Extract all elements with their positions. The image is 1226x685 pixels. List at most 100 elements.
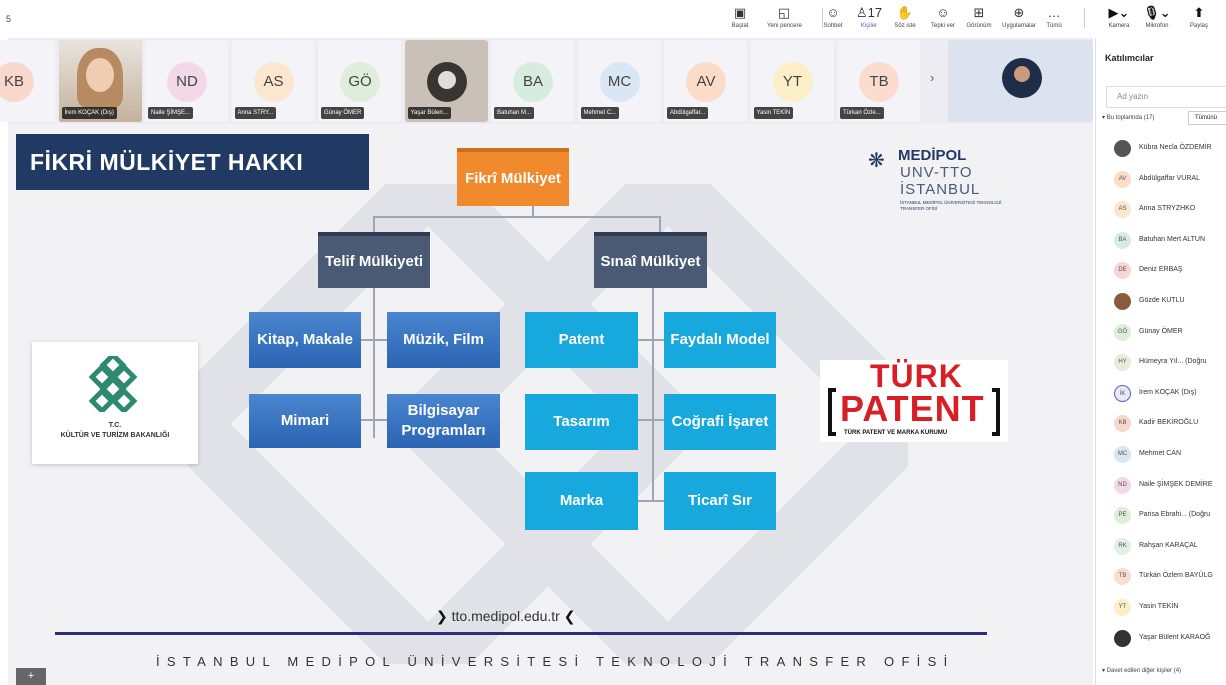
participant-video-tile[interactable]: MC Mehmet C... — [577, 40, 661, 122]
turk-bottom-text: PATENT — [840, 388, 985, 429]
participant-photo — [426, 62, 467, 102]
participant-name: Yaşar Bülen... — [407, 107, 451, 119]
participant-video-tile[interactable]: AV Abdülgaffar... — [664, 40, 747, 122]
participant-avatar: KB — [1114, 415, 1131, 433]
toolbar-more-button[interactable]: … Tümü — [1037, 3, 1071, 35]
participant-list-item[interactable]: ND Naile ŞİMŞEK DEMİRE — [1096, 476, 1226, 496]
participant-list-item[interactable]: Gözde KUTLU — [1096, 292, 1226, 312]
participant-avatar: BA — [1114, 231, 1131, 249]
participant-list-name: Rahşan KARAÇAL — [1139, 541, 1198, 549]
participant-video-tile[interactable]: TB Türkan Özle... — [837, 40, 920, 122]
participant-avatar: TB — [859, 62, 899, 102]
toolbar-button-label: Mikrofon — [1145, 23, 1169, 29]
node-music-film: Müzik, Film — [387, 312, 500, 368]
more-icon: … — [1047, 5, 1061, 20]
participant-list-name: Kadir BEKİROĞLU — [1139, 419, 1199, 427]
group-label: Bu toplantıda (17) — [1106, 115, 1155, 121]
connector-line — [659, 216, 661, 232]
node-right-branch: Sınaî Mülkiyet — [594, 232, 707, 288]
connector-line — [638, 500, 666, 502]
participant-avatar: GÖ — [340, 62, 380, 102]
toolbar-react-button[interactable]: ☺ Tepki ver — [926, 3, 960, 35]
mute-all-button[interactable]: Tümünü — [1188, 111, 1226, 125]
participant-name: Yasin TEKİN — [753, 107, 794, 119]
participant-list-item[interactable]: DE Deniz ERBAŞ — [1096, 261, 1226, 281]
node-left-branch: Telif Mülkiyeti — [318, 232, 430, 288]
participant-list-item[interactable]: GÖ Günay ÖMER — [1096, 323, 1226, 343]
kultur-name: KÜLTÜR VE TURİZM BAKANLIĞI — [60, 432, 170, 439]
active-speaker-tile[interactable] — [948, 40, 1093, 122]
share-icon: ⬆ — [1193, 5, 1205, 20]
participant-list-item[interactable]: İK İrem KOÇAK (Dış) — [1096, 384, 1226, 404]
medipol-sub2: İSTANBUL — [900, 181, 981, 198]
participant-photo — [1114, 629, 1131, 647]
toolbar-separator — [1084, 8, 1085, 28]
node-patent: Patent — [525, 312, 638, 368]
participant-list-item[interactable]: KB Kadir BEKİROĞLU — [1096, 414, 1226, 434]
turk-sub-text: TÜRK PATENT VE MARKA KURUMU — [844, 430, 948, 436]
participant-list-name: Mehmet CAN — [1139, 450, 1182, 457]
participant-list-item[interactable]: TB Türkan Özlem BAYÜLG — [1096, 567, 1226, 587]
strip-next-chevron-icon[interactable]: › — [930, 70, 934, 85]
connector-line — [361, 339, 387, 341]
view-icon: ⊞ — [973, 5, 985, 20]
active-speaker-avatar — [1002, 58, 1042, 98]
toolbar-share-button[interactable]: ⬆ Paylaş — [1180, 3, 1218, 35]
participant-video-tile[interactable]: YT Yasin TEKİN — [750, 40, 834, 122]
node-design: Tasarım — [525, 394, 638, 450]
turk-patent-logo: TÜRK PATENT TÜRK PATENT VE MARKA KURUMU — [820, 358, 1008, 442]
toolbar-people-button[interactable]: ♙17 Kişiler — [852, 3, 886, 35]
medipol-logo: ❋ MEDİPOL UNV-TTO İSTANBUL İSTANBUL MEDİ… — [868, 144, 1018, 234]
participant-list-item[interactable]: MC Mehmet CAN — [1096, 445, 1226, 465]
participant-photo — [1114, 293, 1131, 310]
participant-list-item[interactable]: PE Parisa Ebrahi... (Doğru — [1096, 506, 1226, 526]
participant-list-item[interactable]: AV Abdülgaffar VURAL — [1096, 170, 1226, 190]
participant-avatar: HY — [1114, 354, 1131, 372]
website-url: ❯ tto.medipol.edu.tr ❮ — [436, 608, 575, 625]
toolbar-view-button[interactable]: ⊞ Görünüm — [962, 3, 996, 35]
participant-list-item[interactable]: YT Yasin TEKİN — [1096, 598, 1226, 618]
participant-video-tile[interactable]: ND Naile ŞİMŞE... — [145, 40, 228, 122]
participant-photo — [1114, 140, 1131, 157]
participant-video-tile[interactable]: GÖ Günay ÖMER — [318, 40, 401, 122]
participant-video-tile[interactable]: AS Anna STRY... — [231, 40, 315, 122]
toolbar-camera-button[interactable]: ▶⌄ Kamera — [1100, 3, 1138, 35]
participant-list-item[interactable]: Kübra Necla ÖZDEMİR — [1096, 139, 1226, 159]
participant-video-tile[interactable]: İrem KOÇAK (Dış) — [58, 40, 142, 122]
toolbar-apps-button[interactable]: ⊕ Uygulamalar — [1002, 3, 1036, 35]
toolbar-button-label: Tepki ver — [930, 23, 955, 29]
participant-search-input[interactable]: Ad yazın — [1106, 86, 1226, 108]
participant-name: Naile ŞİMŞE... — [148, 107, 194, 119]
participant-video-tile[interactable]: BA Batuhan M... — [491, 40, 574, 122]
participant-list-item[interactable]: AS Anna STRYZHKO — [1096, 200, 1226, 220]
participant-list-item[interactable]: RK Rahşan KARAÇAL — [1096, 537, 1226, 557]
participant-list-name: Gözde KUTLU — [1139, 297, 1185, 304]
add-icon[interactable]: + — [16, 668, 46, 685]
participant-video-tile[interactable]: KB..BL.. — [0, 40, 55, 122]
participant-name: Anna STRY... — [234, 107, 277, 119]
toolbar-button-label: Uygulamalar — [1002, 23, 1036, 29]
participant-list-item[interactable]: HY Hümeyra Yıl... (Doğru — [1096, 353, 1226, 373]
panel-title: Katılımcılar — [1105, 53, 1154, 63]
connector-line — [373, 216, 661, 218]
kultur-tc: T.C. — [108, 422, 122, 429]
in-meeting-group-header[interactable]: ▾ Bu toplantıda (17) — [1102, 114, 1154, 121]
url-text: tto.medipol.edu.tr — [451, 608, 560, 624]
participant-video-tile[interactable]: Yaşar Bülen... — [404, 40, 488, 122]
raise-hand-icon: ✋ — [896, 5, 914, 20]
toolbar-new-window-button[interactable]: ◱ Yeni pencere — [767, 3, 802, 35]
toolbar-start-button[interactable]: ▣ Başlat — [723, 3, 757, 35]
participant-avatar: ND — [167, 62, 207, 102]
ministry-emblem-icon — [89, 356, 138, 412]
node-utility-model: Faydalı Model — [664, 312, 776, 368]
node-trademark: Marka — [525, 472, 638, 530]
participants-panel: Katılımcılar Ad yazın ▾ Bu toplantıda (1… — [1095, 38, 1226, 685]
toolbar-raise-hand-button[interactable]: ✋ Söz iste — [888, 3, 922, 35]
toolbar-button-label: Tümü — [1046, 23, 1062, 29]
participant-list-item[interactable]: Yaşar Bülent KARAOĞ — [1096, 629, 1226, 649]
invited-group-header[interactable]: ▾ Davet edilen diğer kişiler (4) — [1102, 667, 1181, 674]
shared-presentation-slide: FİKRİ MÜLKİYET HAKKI Fikrî Mülkiyet Teli… — [8, 124, 1093, 685]
participant-list-item[interactable]: BA Batuhan Mert ALTUN — [1096, 231, 1226, 251]
toolbar-microphone-button[interactable]: 🎙⌄ Mikrofon — [1138, 3, 1176, 35]
chevron-left-icon: ❮ — [563, 608, 576, 624]
